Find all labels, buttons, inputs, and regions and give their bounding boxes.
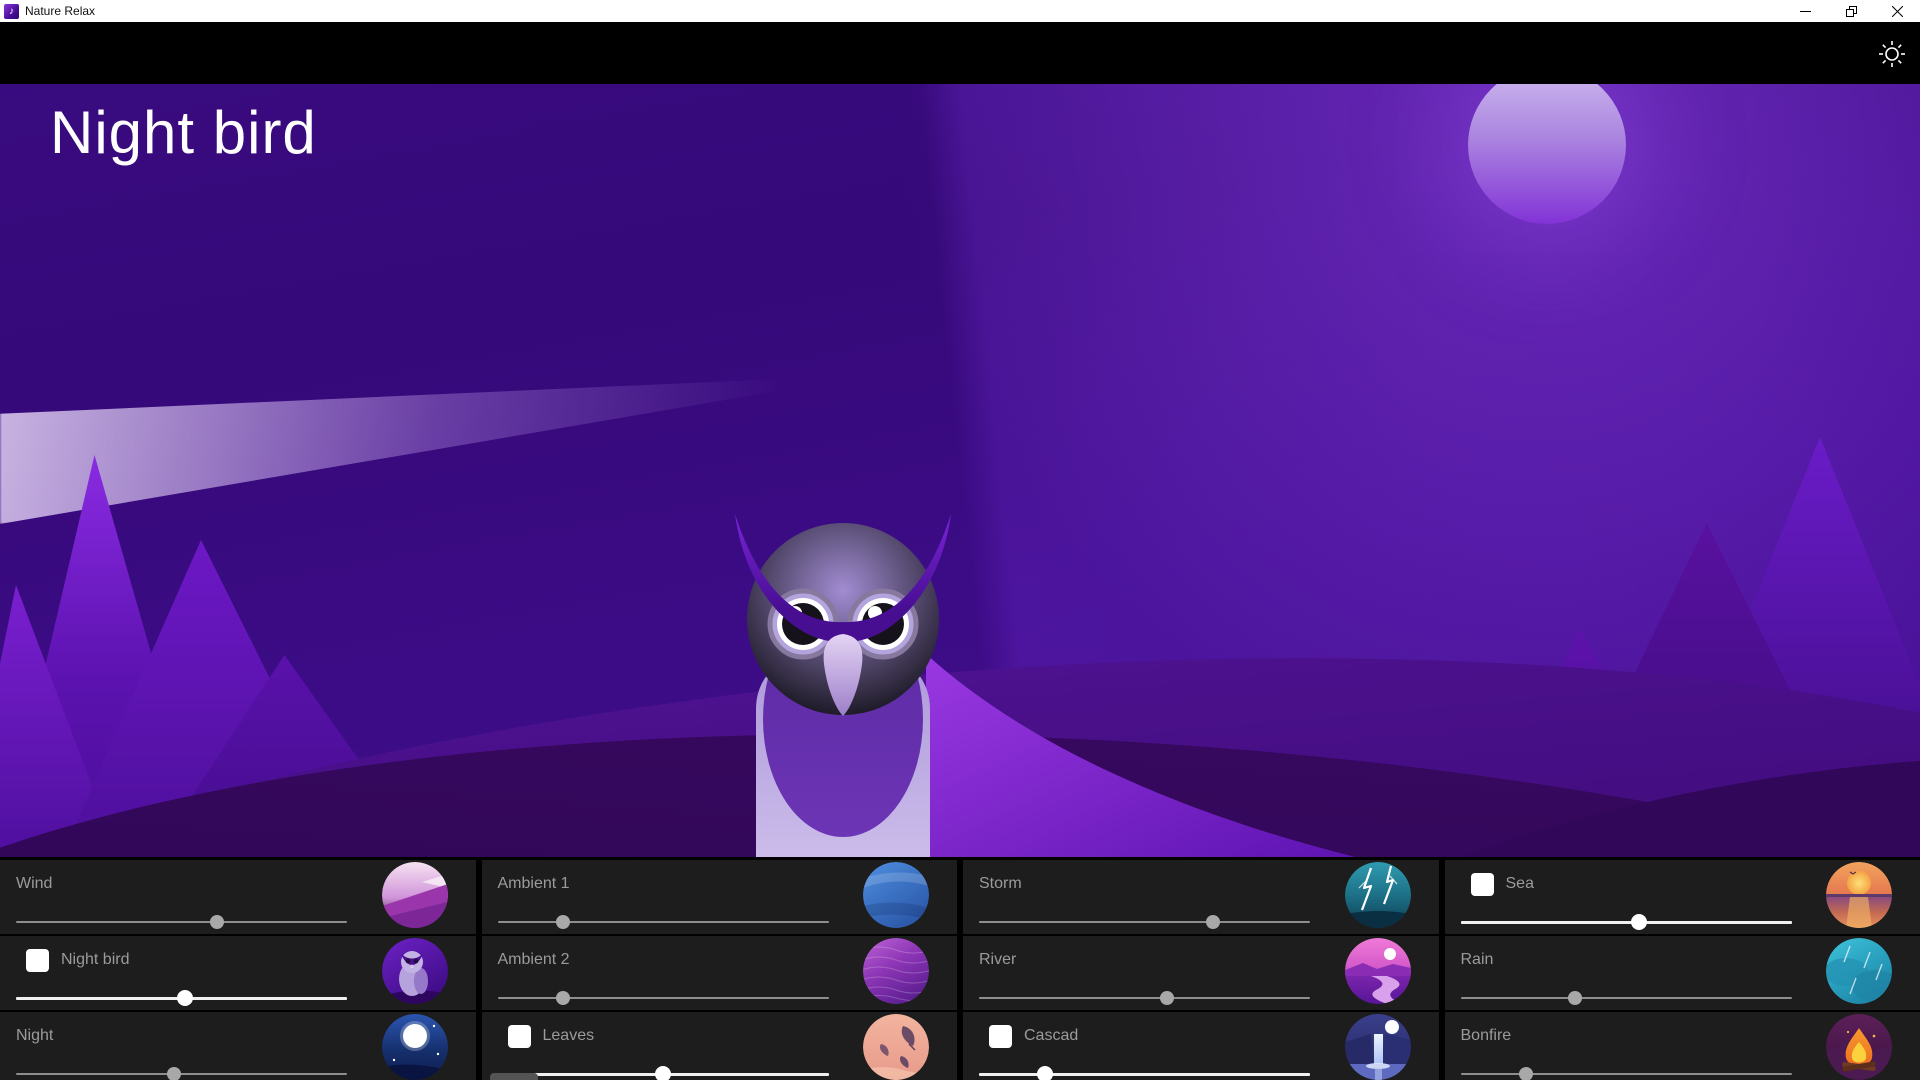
sound-cell-ambient2: Ambient 2 (482, 936, 958, 1010)
close-button[interactable] (1874, 0, 1920, 22)
volume-slider[interactable] (16, 914, 347, 930)
night-icon[interactable] (382, 1014, 448, 1080)
volume-slider[interactable] (498, 914, 829, 930)
brightness-sun-icon[interactable] (1872, 34, 1912, 74)
scene-title: Night bird (50, 98, 317, 167)
sound-label: Cascad (1024, 1027, 1078, 1045)
volume-slider[interactable] (1461, 914, 1792, 930)
sound-cell-ambient1: Ambient 1 (482, 860, 958, 934)
river-icon[interactable] (1345, 938, 1411, 1004)
sound-cell-river: River (963, 936, 1439, 1010)
sound-cell-night-bird: Night bird (0, 936, 476, 1010)
volume-slider[interactable] (979, 990, 1310, 1006)
sound-label: Night bird (61, 951, 129, 969)
slider-track (16, 1073, 347, 1075)
cascad-icon[interactable] (1345, 1014, 1411, 1080)
slider-thumb[interactable] (1568, 991, 1582, 1005)
ambient1-icon[interactable] (863, 862, 929, 928)
volume-slider[interactable] (979, 914, 1310, 930)
next-row-partial-checkbox (490, 1073, 538, 1080)
slider-track (979, 921, 1310, 923)
sound-cell-wind: Wind (0, 860, 476, 934)
volume-slider[interactable] (16, 1066, 347, 1080)
sound-label: Storm (979, 875, 1022, 893)
night-bird-icon[interactable] (382, 938, 448, 1004)
volume-slider[interactable] (1461, 1066, 1792, 1080)
volume-slider[interactable] (498, 990, 829, 1006)
titlebar: ♪ Nature Relax (0, 0, 1920, 22)
sound-checkbox[interactable] (989, 1025, 1012, 1048)
slider-thumb[interactable] (1631, 914, 1647, 930)
sound-label: Wind (16, 875, 52, 893)
ambient2-icon[interactable] (863, 938, 929, 1004)
volume-slider[interactable] (979, 1066, 1310, 1080)
sound-cell-rain: Rain (1445, 936, 1920, 1010)
sound-checkbox[interactable] (508, 1025, 531, 1048)
sound-cell-bonfire: Bonfire (1445, 1012, 1920, 1080)
restore-button[interactable] (1828, 0, 1874, 22)
bonfire-icon[interactable] (1826, 1014, 1892, 1080)
slider-thumb[interactable] (1037, 1066, 1053, 1080)
volume-slider[interactable] (16, 990, 347, 1006)
storm-icon[interactable] (1345, 862, 1411, 928)
slider-track (498, 921, 829, 923)
sea-icon[interactable] (1826, 862, 1892, 928)
slider-thumb[interactable] (210, 915, 224, 929)
slider-track (16, 921, 347, 923)
owl-illustration (610, 504, 1390, 857)
sound-cell-leaves: Leaves (482, 1012, 958, 1080)
sound-checkbox[interactable] (1471, 873, 1494, 896)
app-icon: ♪ (4, 4, 19, 19)
scene-artwork: Night bird (0, 84, 1920, 857)
sound-cell-night: Night (0, 1012, 476, 1080)
sound-cell-sea: Sea (1445, 860, 1920, 934)
sound-label: Night (16, 1027, 53, 1045)
slider-track (498, 997, 829, 999)
sound-cell-storm: Storm (963, 860, 1439, 934)
slider-thumb[interactable] (167, 1067, 181, 1080)
sound-checkbox[interactable] (26, 949, 49, 972)
sound-label: Ambient 2 (498, 951, 570, 969)
slider-thumb[interactable] (655, 1066, 671, 1080)
sound-label: Sea (1506, 875, 1534, 893)
window-controls (1782, 0, 1920, 22)
nature-relax-window: ♪ Nature Relax (0, 0, 1920, 1080)
slider-track (979, 1073, 1310, 1076)
slider-thumb[interactable] (556, 991, 570, 1005)
sound-label: Ambient 1 (498, 875, 570, 893)
slider-track (1461, 997, 1792, 999)
sound-label: Bonfire (1461, 1027, 1512, 1045)
wind-icon[interactable] (382, 862, 448, 928)
toolbar (0, 22, 1920, 84)
volume-slider[interactable] (498, 1066, 829, 1080)
sound-label: Rain (1461, 951, 1494, 969)
sound-label: River (979, 951, 1016, 969)
window-title: Nature Relax (25, 4, 95, 18)
slider-thumb[interactable] (1519, 1067, 1533, 1080)
sound-mixer-panel: Wind Night bird (0, 857, 1920, 1080)
volume-slider[interactable] (1461, 990, 1792, 1006)
slider-track (1461, 921, 1792, 924)
sound-label: Leaves (543, 1027, 595, 1045)
leaves-icon[interactable] (863, 1014, 929, 1080)
slider-thumb[interactable] (556, 915, 570, 929)
slider-thumb[interactable] (177, 990, 193, 1006)
rain-icon[interactable] (1826, 938, 1892, 1004)
slider-track (979, 997, 1310, 999)
slider-thumb[interactable] (1160, 991, 1174, 1005)
slider-track (1461, 1073, 1792, 1075)
minimize-button[interactable] (1782, 0, 1828, 22)
sound-cell-cascad: Cascad (963, 1012, 1439, 1080)
slider-thumb[interactable] (1206, 915, 1220, 929)
